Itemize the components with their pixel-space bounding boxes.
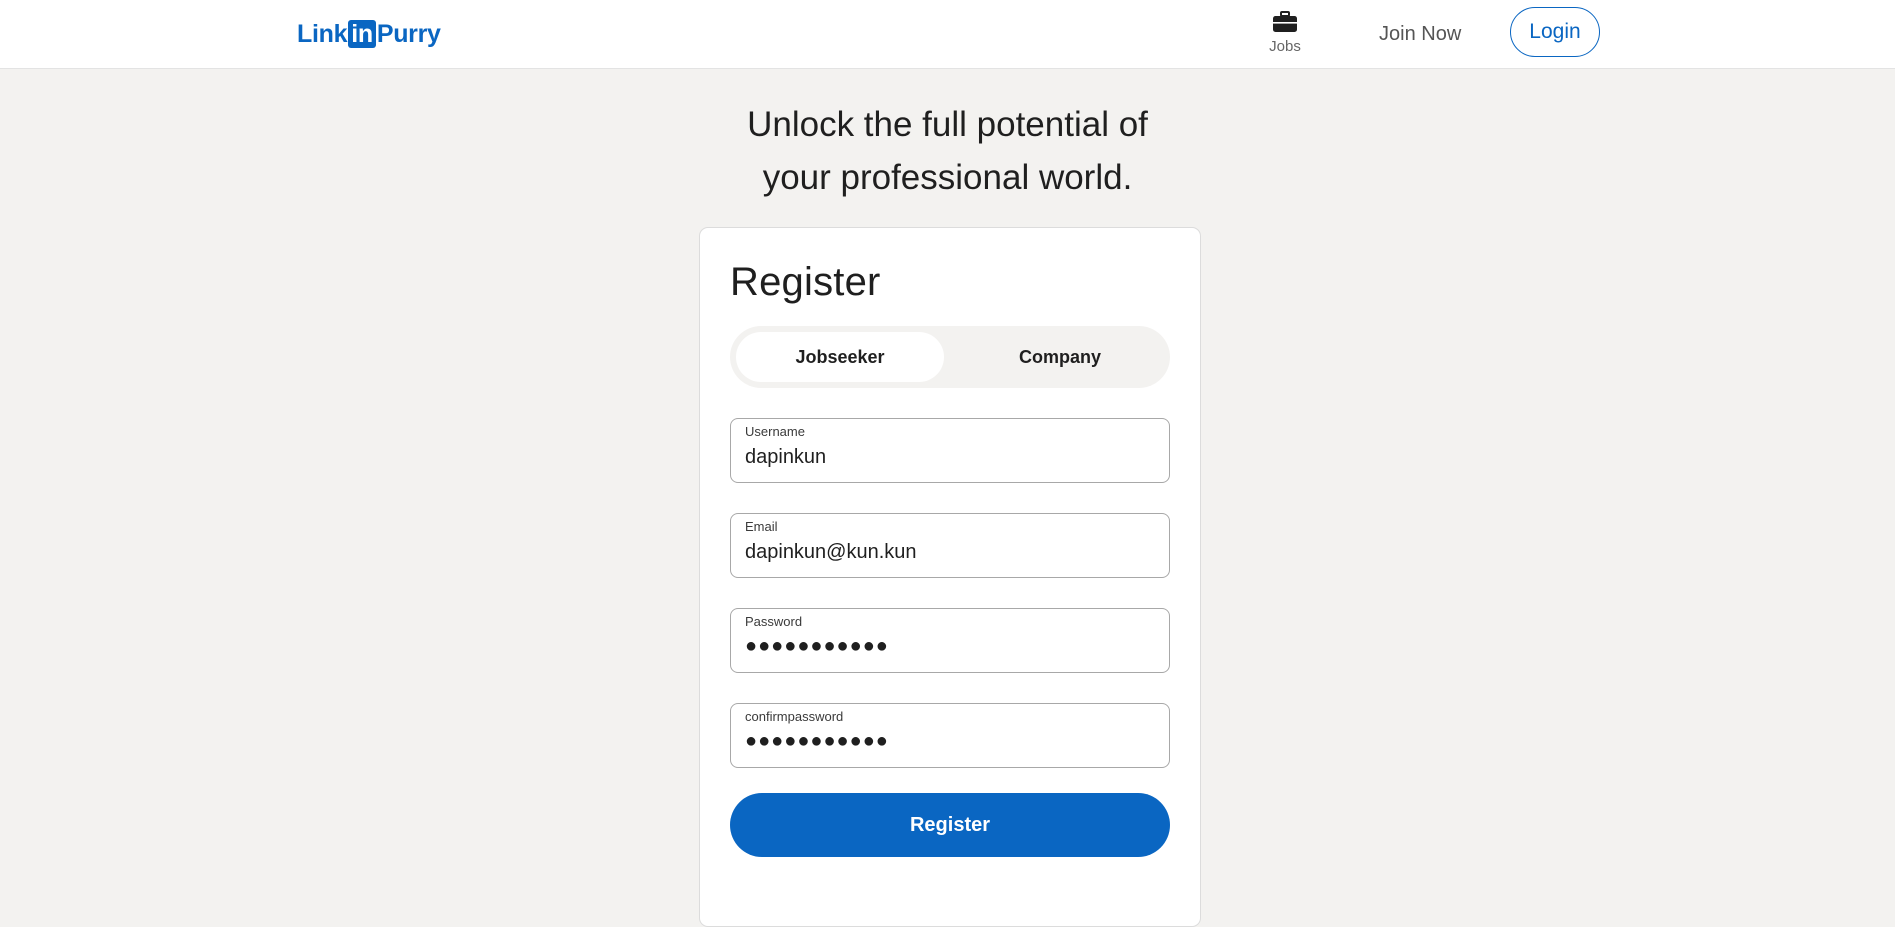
logo-text-purry: Purry <box>376 19 441 48</box>
email-label: Email <box>745 519 778 534</box>
login-button[interactable]: Login <box>1510 7 1600 57</box>
password-input[interactable]: ●●●●●●●●●●● <box>745 635 1155 658</box>
register-title: Register <box>730 260 881 304</box>
confirm-password-input[interactable]: ●●●●●●●●●●● <box>745 730 1155 753</box>
email-input[interactable]: dapinkun@kun.kun <box>745 541 1155 564</box>
password-field[interactable]: Password ●●●●●●●●●●● <box>730 608 1170 673</box>
confirm-password-field[interactable]: confirmpassword ●●●●●●●●●●● <box>730 703 1170 768</box>
logo-text-link: Link <box>297 19 348 48</box>
account-type-toggle: Jobseeker Company <box>730 326 1170 388</box>
headline-line-2: your professional world. <box>762 158 1133 197</box>
username-label: Username <box>745 424 805 439</box>
nav-jobs[interactable]: Jobs <box>1262 8 1308 60</box>
nav-jobs-label: Jobs <box>1269 38 1301 55</box>
tab-company[interactable]: Company <box>956 332 1164 382</box>
briefcase-icon <box>1271 8 1299 36</box>
join-now-link[interactable]: Join Now <box>1379 20 1461 48</box>
username-input[interactable]: dapinkun <box>745 446 1155 469</box>
headline-line-1: Unlock the full potential of <box>747 105 1148 144</box>
logo-in-box: in <box>348 20 376 48</box>
username-field[interactable]: Username dapinkun <box>730 418 1170 483</box>
email-field[interactable]: Email dapinkun@kun.kun <box>730 513 1170 578</box>
linkinpurry-logo[interactable]: Link in Purry <box>297 19 441 49</box>
confirm-password-label: confirmpassword <box>745 709 844 724</box>
password-label: Password <box>745 614 803 629</box>
page-headline: Unlock the full potential of your profes… <box>0 98 1895 204</box>
register-button[interactable]: Register <box>730 793 1170 857</box>
tab-jobseeker[interactable]: Jobseeker <box>736 332 944 382</box>
top-navigation-bar: Link in Purry Jobs Join Now Login <box>0 0 1895 69</box>
